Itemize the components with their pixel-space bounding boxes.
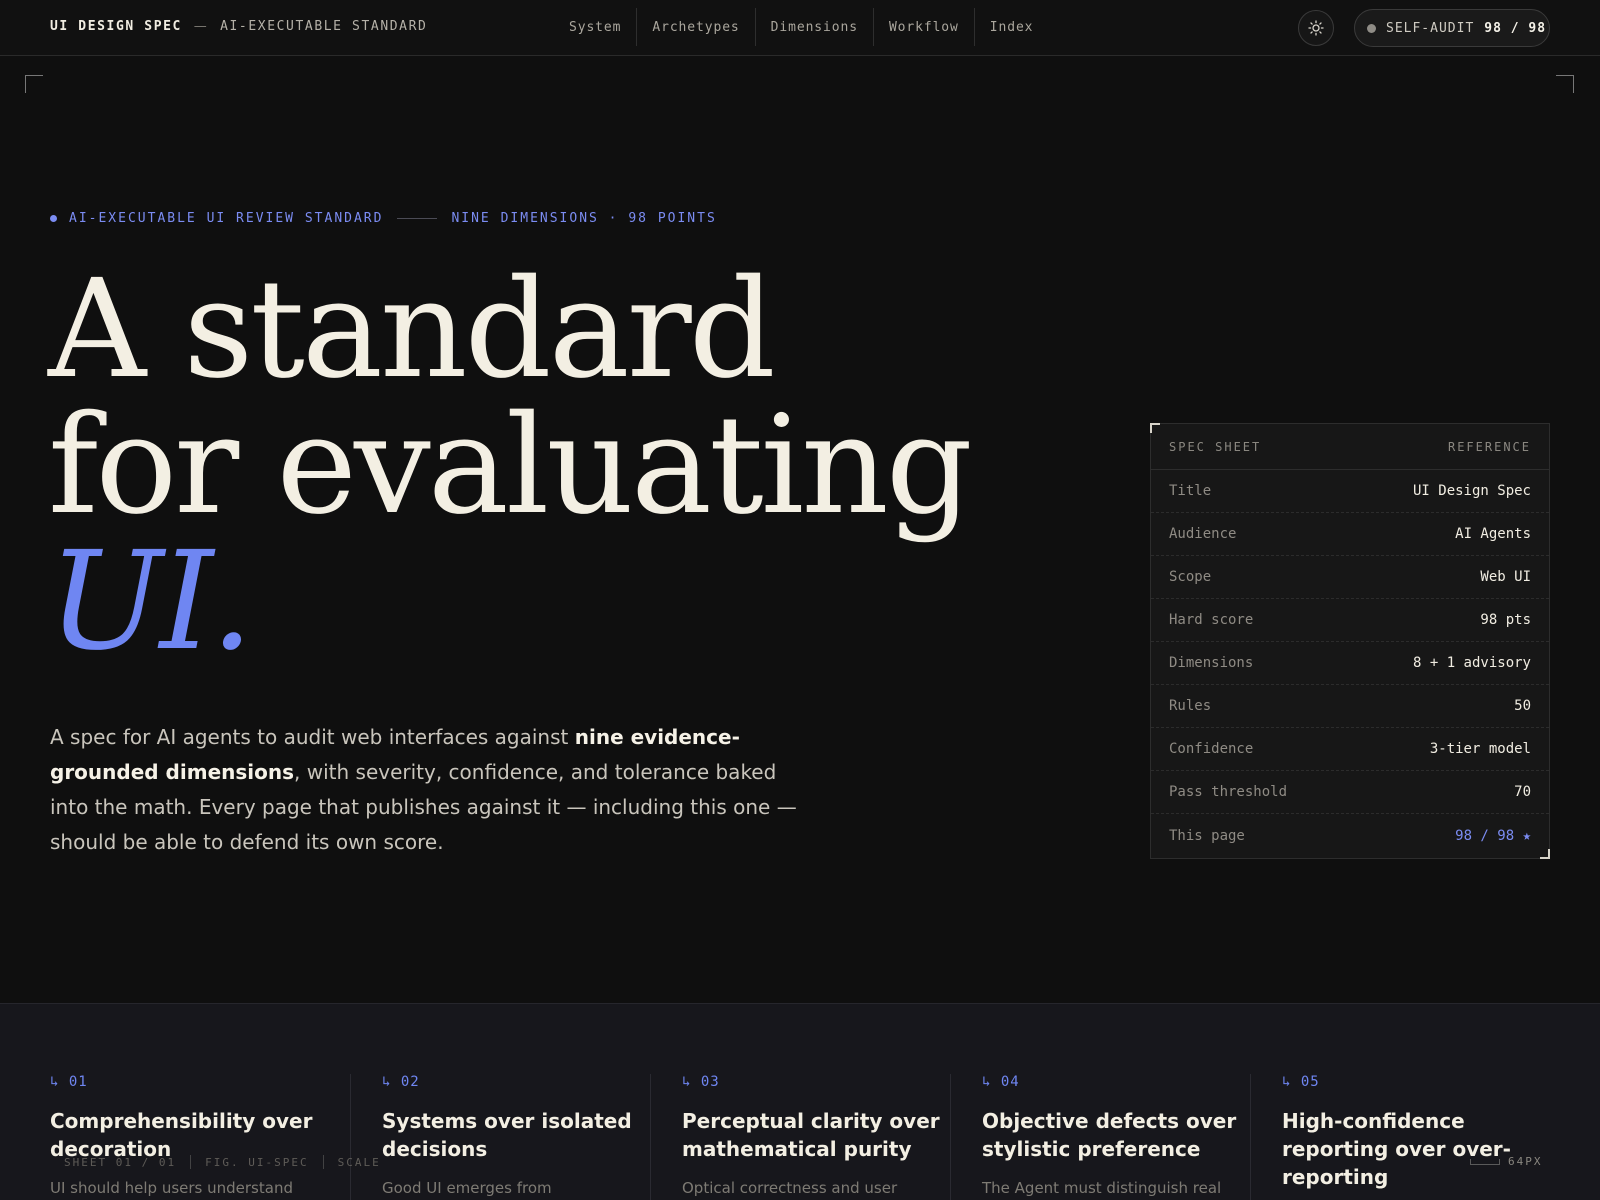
principle-title: Systems over isolated decisions	[382, 1109, 632, 1161]
spec-key: This page	[1169, 827, 1245, 844]
principle-title: Objective defects over stylistic prefere…	[982, 1109, 1237, 1161]
theme-toggle-button[interactable]	[1298, 10, 1334, 46]
principle-card-05: ↳ 05 High-confidence reporting over over…	[1250, 1074, 1550, 1200]
hero-description-lead: A spec for AI agents to audit web interf…	[50, 725, 575, 749]
scale-bar	[1470, 1158, 1500, 1165]
spec-row-pass-threshold: Pass threshold 70	[1151, 771, 1549, 814]
principle-title: High-confidence reporting over over-repo…	[1282, 1109, 1511, 1189]
status-dot	[1367, 23, 1376, 33]
spec-row-confidence: Confidence 3-tier model	[1151, 728, 1549, 771]
spec-value: Web UI	[1480, 569, 1531, 585]
spec-value: 98 pts	[1480, 612, 1531, 628]
brand[interactable]: UI DESIGN SPEC — AI-EXECUTABLE STANDARD	[50, 19, 427, 34]
principle-number: ↳ 02	[382, 1074, 420, 1090]
spec-key: Scope	[1169, 569, 1212, 585]
spec-row-audience: Audience AI Agents	[1151, 513, 1549, 556]
brand-separator: —	[193, 19, 209, 34]
spec-key: Title	[1169, 483, 1212, 499]
nav-item-archetypes[interactable]: Archetypes	[637, 8, 754, 46]
hero-title: A standard for evaluating UI.	[48, 251, 973, 681]
spec-row-this-page: This page 98 / 98 ★	[1151, 814, 1549, 857]
principle-card-02: ↳ 02 Systems over isolated decisions Goo…	[350, 1074, 650, 1200]
hero-description: A spec for AI agents to audit web interf…	[50, 720, 810, 860]
spec-key: Dimensions	[1169, 655, 1254, 671]
hero-title-line-1: A standard	[48, 251, 776, 409]
spec-row-hard-score: Hard score 98 pts	[1151, 599, 1549, 642]
hero-title-accent: UI.	[48, 523, 254, 681]
caption-divider	[190, 1155, 192, 1169]
top-bar: UI DESIGN SPEC — AI-EXECUTABLE STANDARD …	[0, 0, 1600, 56]
spec-key: Pass threshold	[1169, 784, 1288, 800]
self-audit-badge[interactable]: SELF-AUDIT 98 / 98	[1354, 9, 1550, 47]
figure-scale-label: SCALE	[337, 1155, 381, 1169]
spec-row-rules: Rules 50	[1151, 685, 1549, 728]
principle-body: Good UI emerges from	[382, 1179, 552, 1197]
nav-item-index[interactable]: Index	[975, 8, 1049, 46]
spec-key: Rules	[1169, 698, 1212, 714]
spec-row-title: Title UI Design Spec	[1151, 470, 1549, 513]
scale-value: 64PX	[1508, 1155, 1543, 1168]
principle-number: ↳ 04	[982, 1074, 1020, 1090]
spec-sheet-title: SPEC SHEET	[1169, 439, 1262, 454]
frame-corner-top-left	[25, 75, 43, 93]
spec-value: 50	[1514, 698, 1531, 714]
eyebrow-dot	[50, 215, 57, 222]
hero-title-line-2: for evaluating	[48, 387, 973, 545]
eyebrow-rule	[397, 218, 438, 219]
nav-item-workflow[interactable]: Workflow	[874, 8, 974, 46]
spec-sheet-corner-mark	[1540, 849, 1550, 859]
principle-number: ↳ 03	[682, 1074, 720, 1090]
nav-item-system[interactable]: System	[554, 8, 636, 46]
spec-value: 3-tier model	[1429, 741, 1531, 757]
main-nav: System Archetypes Dimensions Workflow In…	[554, 8, 1048, 46]
principle-card-01: ↳ 01 Comprehensibility over decoration U…	[50, 1074, 350, 1200]
self-audit-score: 98 / 98	[1484, 20, 1547, 36]
eyebrow-label: AI-EXECUTABLE UI REVIEW STANDARD	[69, 211, 384, 226]
eyebrow-meta: NINE DIMENSIONS · 98 POINTS	[451, 211, 717, 226]
scale-indicator: 64PX	[1470, 1155, 1543, 1168]
spec-value-highlight: 98 / 98 ★	[1455, 827, 1531, 844]
figure-id: FIG. UI-SPEC	[205, 1155, 309, 1169]
brand-tagline: AI-EXECUTABLE STANDARD	[220, 19, 428, 34]
self-audit-label: SELF-AUDIT	[1386, 20, 1475, 36]
figure-sheet-number: SHEET 01 / 01	[64, 1155, 177, 1169]
brand-name: UI DESIGN SPEC	[50, 19, 182, 34]
spec-row-scope: Scope Web UI	[1151, 556, 1549, 599]
spec-value: UI Design Spec	[1412, 483, 1531, 499]
spec-sheet: SPEC SHEET REFERENCE Title UI Design Spe…	[1150, 423, 1550, 859]
principle-number: ↳ 01	[50, 1074, 88, 1090]
principle-card-04: ↳ 04 Objective defects over stylistic pr…	[950, 1074, 1250, 1200]
spec-value: AI Agents	[1455, 526, 1531, 542]
spec-sheet-corner-mark	[1150, 423, 1160, 433]
spec-key: Audience	[1169, 526, 1237, 542]
nav-item-dimensions[interactable]: Dimensions	[756, 8, 873, 46]
spec-key: Hard score	[1169, 612, 1254, 628]
spec-value: 8 + 1 advisory	[1412, 655, 1531, 671]
hero-eyebrow: AI-EXECUTABLE UI REVIEW STANDARD NINE DI…	[50, 211, 717, 226]
principle-number: ↳ 05	[1282, 1074, 1320, 1090]
principle-body: UI should help users understand	[50, 1179, 293, 1197]
principle-title: Perceptual clarity over mathematical pur…	[682, 1109, 940, 1161]
caption-divider	[322, 1155, 324, 1169]
principle-body: Optical correctness and user	[682, 1179, 898, 1197]
figure-caption: SHEET 01 / 01 FIG. UI-SPEC SCALE	[64, 1155, 381, 1169]
principle-card-03: ↳ 03 Perceptual clarity over mathematica…	[650, 1074, 950, 1200]
spec-key: Confidence	[1169, 741, 1254, 757]
spec-sheet-reference: REFERENCE	[1447, 439, 1531, 454]
principle-body: The Agent must distinguish real	[982, 1179, 1222, 1197]
spec-row-dimensions: Dimensions 8 + 1 advisory	[1151, 642, 1549, 685]
spec-sheet-header: SPEC SHEET REFERENCE	[1151, 424, 1549, 470]
sun-icon	[1308, 20, 1324, 36]
spec-value: 70	[1514, 784, 1531, 800]
frame-corner-top-right	[1556, 75, 1574, 93]
